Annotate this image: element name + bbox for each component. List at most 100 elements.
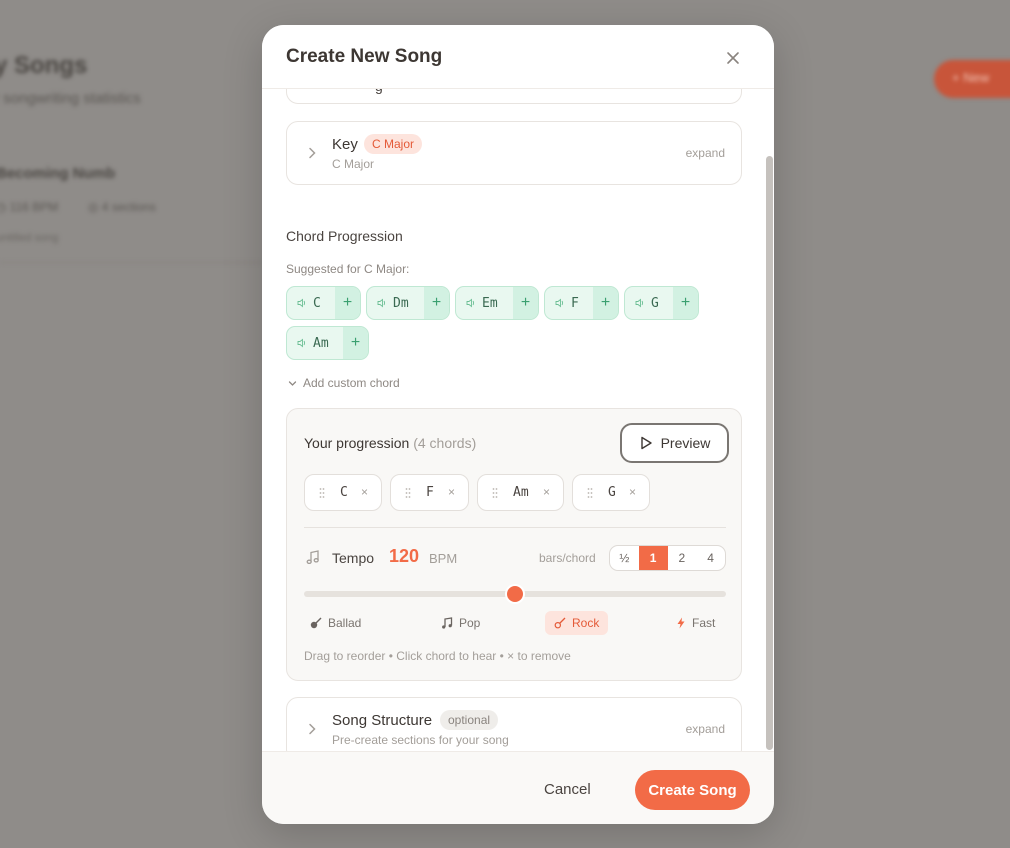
remove-chord-button[interactable]: ×: [543, 485, 550, 499]
add-chord-button[interactable]: +: [343, 327, 368, 359]
chord-chip-name: F: [571, 295, 579, 311]
bars-option-2[interactable]: 2: [668, 546, 697, 570]
lightning-icon: [677, 617, 685, 629]
speaker-icon: [297, 338, 306, 348]
song-structure-title: Song Structure: [332, 712, 433, 729]
drag-handle-icon[interactable]: [587, 487, 593, 499]
song-card-title: Becoming Numb: [0, 165, 116, 182]
preset-fast-label: Fast: [692, 616, 716, 630]
preset-pop[interactable]: Pop: [432, 611, 489, 635]
new-song-button: + New: [934, 60, 1010, 98]
bars-per-chord-label: bars/chord: [539, 551, 596, 565]
bars-option-4[interactable]: 4: [696, 546, 725, 570]
cancel-button[interactable]: Cancel: [544, 777, 591, 801]
chord-chip-f[interactable]: F +: [544, 286, 619, 320]
page-title: y Songs: [0, 52, 88, 79]
speaker-icon: [297, 298, 306, 308]
title-field-peek-text: g: [375, 89, 383, 94]
close-icon: [727, 52, 739, 64]
key-card-title: Key: [332, 136, 358, 153]
tempo-slider-thumb[interactable]: [507, 586, 523, 602]
add-custom-chord-toggle[interactable]: Add custom chord: [288, 376, 400, 390]
progression-chord-c[interactable]: C ×: [304, 474, 382, 511]
preset-fast[interactable]: Fast: [667, 611, 724, 635]
chord-chip-em[interactable]: Em +: [455, 286, 539, 320]
speaker-icon: [377, 298, 386, 308]
progression-chord-f[interactable]: F ×: [390, 474, 469, 511]
chord-chip-name: G: [651, 295, 659, 311]
chord-chip-name: Em: [482, 295, 498, 311]
song-card-sections: ◎ 4 sections: [88, 200, 156, 214]
key-badge: C Major: [364, 134, 423, 154]
song-card-tempo: ◷ 116 BPM: [0, 200, 59, 214]
add-chord-button[interactable]: +: [593, 287, 618, 319]
preview-button[interactable]: Preview: [620, 423, 729, 463]
key-card[interactable]: Key C Major C Major expand: [286, 121, 742, 185]
preset-ballad[interactable]: Ballad: [301, 611, 370, 635]
speaker-icon: [635, 298, 644, 308]
optional-badge: optional: [440, 710, 499, 730]
chord-chip-name: Dm: [393, 295, 409, 311]
play-icon: [640, 436, 652, 450]
song-structure-subtitle: Pre-create sections for your song: [332, 733, 509, 747]
bars-option-1[interactable]: 1: [638, 546, 668, 570]
progression-chord-name: C: [340, 485, 348, 500]
chord-chip-g[interactable]: G +: [624, 286, 699, 320]
music-note-icon: [306, 550, 319, 565]
modal-title: Create New Song: [286, 46, 443, 67]
chord-chip-c[interactable]: C +: [286, 286, 361, 320]
preview-label: Preview: [660, 435, 711, 451]
remove-chord-button[interactable]: ×: [361, 485, 368, 499]
add-chord-button[interactable]: +: [513, 287, 538, 319]
divider: [304, 527, 726, 528]
add-chord-button[interactable]: +: [335, 287, 360, 319]
chord-chip-am[interactable]: Am +: [286, 326, 369, 360]
add-custom-chord-label: Add custom chord: [303, 376, 400, 390]
guitar-icon: [310, 617, 322, 629]
scrollbar-thumb[interactable]: [766, 156, 773, 750]
title-field-card[interactable]: g: [286, 89, 742, 104]
drag-handle-icon[interactable]: [405, 487, 411, 499]
tempo-label: Tempo: [332, 550, 375, 566]
progression-chord-am[interactable]: Am ×: [477, 474, 564, 511]
remove-chord-button[interactable]: ×: [448, 485, 455, 499]
bars-per-chord-selector: ½ 1 2 4: [609, 545, 726, 571]
electric-guitar-icon: [554, 617, 566, 629]
music-notes-icon: [442, 617, 453, 629]
close-button[interactable]: [722, 47, 744, 69]
add-chord-button[interactable]: +: [673, 287, 698, 319]
progression-count: (4 chords): [413, 435, 477, 451]
progression-hint: Drag to reorder • Click chord to hear • …: [304, 649, 571, 663]
create-song-button[interactable]: Create Song: [635, 770, 750, 810]
drag-handle-icon[interactable]: [319, 487, 325, 499]
drag-handle-icon[interactable]: [492, 487, 498, 499]
page-subtitle: r songwriting statistics: [0, 90, 141, 107]
preset-rock-label: Rock: [572, 616, 600, 630]
preset-pop-label: Pop: [459, 616, 481, 630]
bars-option-half[interactable]: ½: [610, 546, 639, 570]
chord-chip-dm[interactable]: Dm +: [366, 286, 450, 320]
progression-chord-name: G: [608, 485, 616, 500]
progression-title: Your progression (4 chords): [304, 435, 476, 451]
song-card-note: untitled song: [0, 232, 59, 244]
song-structure-card[interactable]: Song Structure optional Pre-create secti…: [286, 697, 742, 751]
modal-body: g Key C Major C Major expand Chord Progr…: [262, 89, 774, 751]
create-song-modal: Create New Song g Key C Major C Major ex…: [262, 25, 774, 824]
chevron-right-icon: [309, 147, 316, 159]
progression-chord-g[interactable]: G ×: [572, 474, 650, 511]
remove-chord-button[interactable]: ×: [629, 485, 636, 499]
speaker-icon: [466, 298, 475, 308]
song-structure-expand-link[interactable]: expand: [686, 722, 725, 736]
progression-chord-name: Am: [513, 485, 529, 500]
add-chord-button[interactable]: +: [424, 287, 449, 319]
key-expand-link[interactable]: expand: [686, 146, 725, 160]
suggested-label: Suggested for C Major:: [286, 262, 410, 276]
chevron-right-icon: [309, 723, 316, 735]
chord-chip-name: Am: [313, 335, 329, 351]
preset-rock[interactable]: Rock: [545, 611, 609, 635]
preset-ballad-label: Ballad: [328, 616, 362, 630]
speaker-icon: [555, 298, 564, 308]
chord-chip-name: C: [313, 295, 321, 311]
modal-header: Create New Song: [262, 25, 774, 89]
divider: [0, 262, 262, 263]
